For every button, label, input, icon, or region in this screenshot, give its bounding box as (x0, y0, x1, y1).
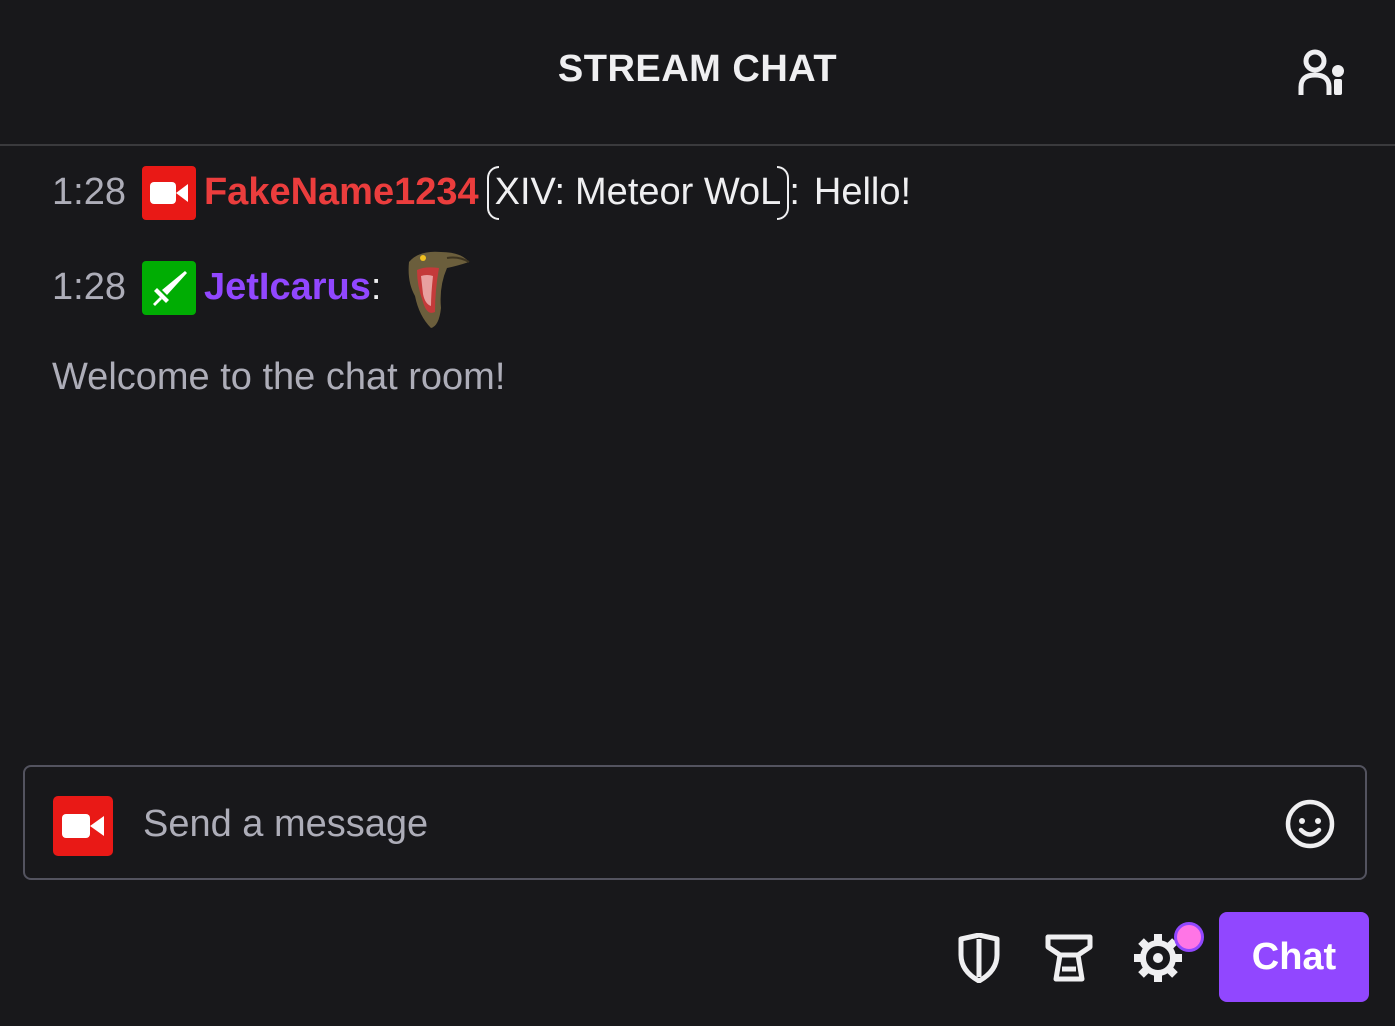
message-timestamp: 1:28 (52, 171, 126, 214)
video-camera-icon (62, 814, 104, 838)
chat-message: 1:28 JetIcarus : (52, 246, 475, 330)
emote-picker-button[interactable] (1283, 797, 1337, 851)
message-colon: : (789, 171, 800, 214)
chat-header: STREAM CHAT (0, 0, 1395, 146)
message-colon: : (370, 266, 382, 309)
identity-badge-button[interactable] (53, 796, 113, 856)
chat-message: 1:28 FakeName1234 XIV: Meteor WoL : Hell… (52, 166, 911, 220)
settings-notification-dot (1174, 922, 1204, 952)
broadcaster-badge[interactable] (141, 166, 196, 220)
shield-icon (958, 933, 1000, 983)
message-timestamp: 1:28 (52, 266, 126, 309)
leaderboard-icon (1045, 934, 1093, 982)
header-title: STREAM CHAT (557, 48, 838, 90)
community-users-button[interactable] (1292, 42, 1356, 102)
users-icon (1298, 49, 1344, 95)
message-text: Hello! (813, 171, 912, 214)
raptor-emote[interactable] (399, 246, 475, 330)
title-text: Meteor WoL (575, 171, 782, 214)
chat-input-container (23, 765, 1367, 880)
moderator-badge[interactable] (141, 261, 196, 315)
user-title-tag: XIV: Meteor WoL (486, 166, 790, 220)
leaderboard-button[interactable] (1043, 930, 1095, 986)
mod-tools-button[interactable] (953, 930, 1005, 986)
video-camera-icon (149, 182, 188, 204)
chat-username[interactable]: JetIcarus (204, 266, 371, 309)
title-prefix: XIV: (494, 171, 566, 214)
send-chat-button[interactable]: Chat (1219, 912, 1369, 1002)
system-welcome-message: Welcome to the chat room! (52, 356, 506, 398)
sword-icon (152, 271, 187, 306)
chat-username[interactable]: FakeName1234 (204, 171, 479, 214)
chat-message-input[interactable] (141, 793, 1245, 855)
smiley-icon (1285, 799, 1335, 849)
